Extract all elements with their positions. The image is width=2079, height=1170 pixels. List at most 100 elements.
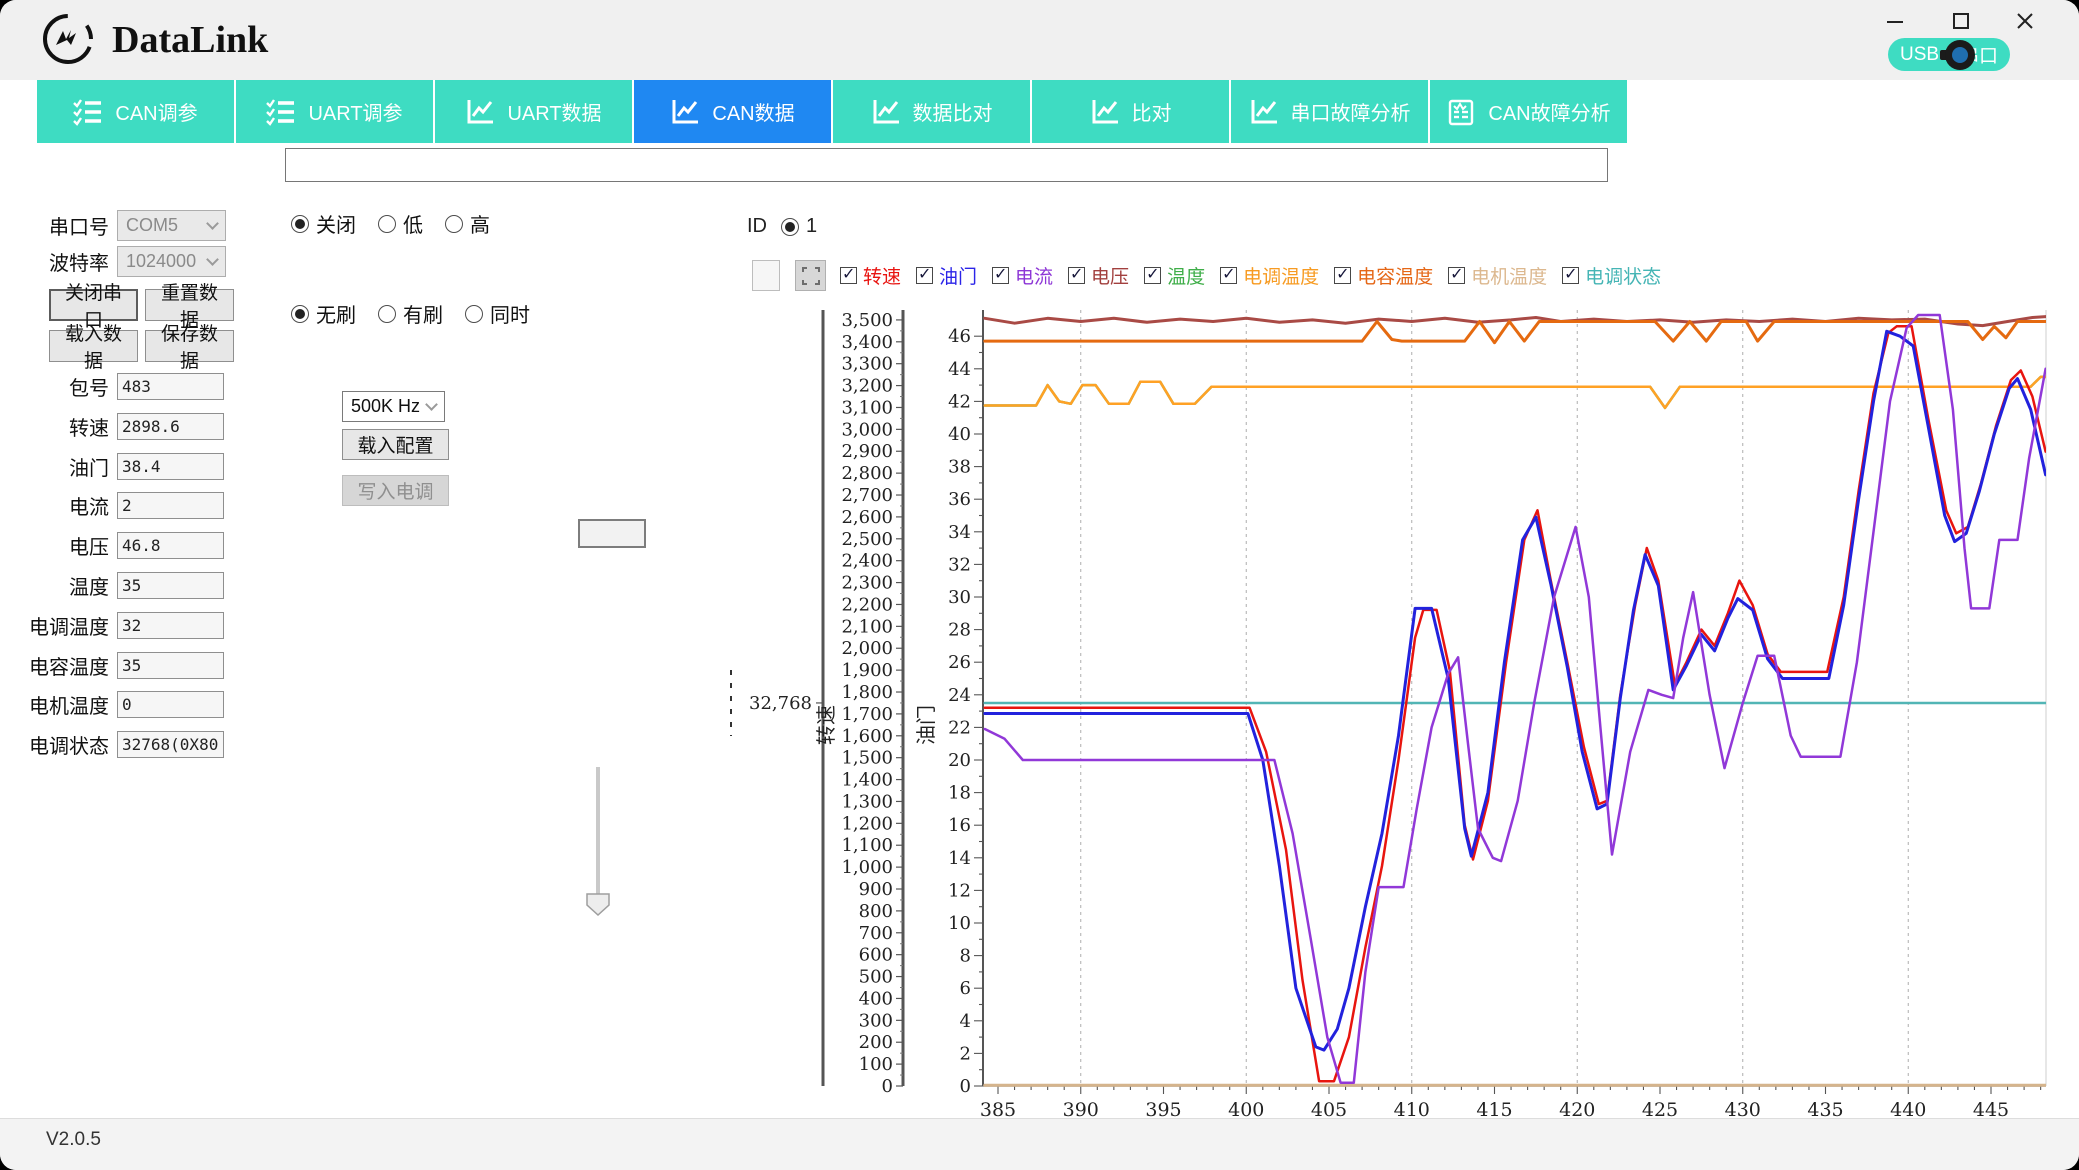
motor-radio-label: 同时 xyxy=(490,299,530,328)
tab-CAN调参[interactable]: CAN调参 xyxy=(37,80,234,143)
svg-text:2,400: 2,400 xyxy=(841,551,893,572)
power-radio-高[interactable]: 高 xyxy=(445,209,490,238)
tab-CAN数据[interactable]: CAN数据 xyxy=(634,80,831,143)
svg-text:28: 28 xyxy=(948,620,971,641)
combo-label: 串口号 xyxy=(0,211,117,240)
rpm-axis-title: 转速 xyxy=(815,705,838,745)
freq-combo[interactable]: 500K Hz xyxy=(342,391,445,422)
write-esc-button[interactable]: 写入电调 xyxy=(342,475,449,506)
svg-text:600: 600 xyxy=(859,945,893,966)
app-title: DataLink xyxy=(112,18,268,62)
radio-icon xyxy=(378,305,396,323)
svg-text:10: 10 xyxy=(948,913,971,934)
combo-label: 波特率 xyxy=(0,247,117,276)
svg-text:3,200: 3,200 xyxy=(841,376,893,397)
svg-text:32: 32 xyxy=(948,554,971,575)
combo-波特率[interactable]: 1024000 xyxy=(117,246,226,277)
radio-icon xyxy=(291,305,309,323)
field-label: 温度 xyxy=(0,571,117,600)
svg-text:26: 26 xyxy=(948,652,971,673)
chevron-down-icon xyxy=(425,398,438,411)
svg-text:22: 22 xyxy=(948,717,971,738)
tab-UART数据[interactable]: UART数据 xyxy=(435,80,632,143)
svg-text:700: 700 xyxy=(859,923,893,944)
field-input-电流[interactable] xyxy=(117,492,224,519)
line-chart-icon xyxy=(1249,98,1279,126)
title-bar: DataLink USB 串口 xyxy=(0,0,2079,80)
close-icon[interactable] xyxy=(2008,6,2042,36)
freq-combo-row: 500K Hz xyxy=(342,391,445,422)
usb-serial-toggle[interactable]: USB 串口 xyxy=(1888,38,2010,71)
field-input-电机温度[interactable] xyxy=(117,691,224,718)
tab-UART调参[interactable]: UART调参 xyxy=(236,80,433,143)
power-radio-关闭[interactable]: 关闭 xyxy=(291,209,356,238)
svg-text:4: 4 xyxy=(960,1011,971,1032)
svg-text:46: 46 xyxy=(948,326,971,347)
minimize-icon[interactable] xyxy=(1878,6,1912,36)
motor-radio-有刷[interactable]: 有刷 xyxy=(378,299,443,328)
svg-text:3,000: 3,000 xyxy=(841,419,893,440)
svg-text:24: 24 xyxy=(948,685,971,706)
tab-label: UART数据 xyxy=(507,97,601,126)
combo-value: COM5 xyxy=(126,215,178,236)
motor-radio-同时[interactable]: 同时 xyxy=(465,299,530,328)
svg-text:12: 12 xyxy=(948,880,971,901)
tab-数据比对[interactable]: 数据比对 xyxy=(833,80,1030,143)
power-radio-低[interactable]: 低 xyxy=(378,209,423,238)
field-row-电调状态: 电调状态 xyxy=(0,730,224,759)
svg-text:0: 0 xyxy=(960,1076,971,1097)
combo-串口号[interactable]: COM5 xyxy=(117,210,226,241)
field-input-油门[interactable] xyxy=(117,453,224,480)
svg-text:3,300: 3,300 xyxy=(841,354,893,375)
field-row-油门: 油门 xyxy=(0,452,224,481)
vertical-slider-handle[interactable] xyxy=(586,893,610,917)
motor-radio-label: 有刷 xyxy=(403,299,443,328)
list-check-icon xyxy=(73,98,103,126)
svg-text:1,500: 1,500 xyxy=(841,748,893,769)
svg-text:2,800: 2,800 xyxy=(841,463,893,484)
保存数据-button[interactable]: 保存数据 xyxy=(145,330,234,362)
svg-text:36: 36 xyxy=(948,489,971,510)
svg-text:18: 18 xyxy=(948,783,971,804)
field-input-转速[interactable] xyxy=(117,413,224,440)
toggle-knob-icon[interactable] xyxy=(1940,37,1976,73)
svg-text:14: 14 xyxy=(948,848,971,869)
svg-text:2,600: 2,600 xyxy=(841,507,893,528)
tab-串口故障分析[interactable]: 串口故障分析 xyxy=(1231,80,1428,143)
重置数据-button[interactable]: 重置数据 xyxy=(145,289,234,321)
field-label: 电容温度 xyxy=(0,651,117,680)
maximize-icon[interactable] xyxy=(1944,6,1978,36)
svg-text:500: 500 xyxy=(859,967,893,988)
field-input-电容温度[interactable] xyxy=(117,652,224,679)
载入数据-button[interactable]: 载入数据 xyxy=(49,330,138,362)
vertical-slider-track[interactable] xyxy=(596,767,600,897)
svg-text:3,400: 3,400 xyxy=(841,332,893,353)
combo-row-波特率: 波特率1024000 xyxy=(0,246,226,277)
freq-combo-value: 500K Hz xyxy=(351,396,420,417)
top-message-input[interactable] xyxy=(285,148,1608,182)
load-config-button[interactable]: 载入配置 xyxy=(342,429,449,460)
field-input-电调温度[interactable] xyxy=(117,612,224,639)
field-input-包号[interactable] xyxy=(117,373,224,400)
series-电调温度 xyxy=(985,377,2046,408)
power-radio-label: 关闭 xyxy=(316,209,356,238)
svg-text:40: 40 xyxy=(948,424,971,445)
svg-text:32,768: 32,768 xyxy=(749,693,812,714)
field-input-电调状态[interactable] xyxy=(117,731,224,758)
field-label: 电调状态 xyxy=(0,730,117,759)
关闭串口-button[interactable]: 关闭串口 xyxy=(49,289,138,321)
svg-text:2,700: 2,700 xyxy=(841,485,893,506)
tab-比对[interactable]: 比对 xyxy=(1032,80,1229,143)
svg-text:3,100: 3,100 xyxy=(841,397,893,418)
line-chart-icon xyxy=(1090,98,1120,126)
list-check-icon xyxy=(266,98,296,126)
chart-svg: 01002003004005006007008009001,0001,1001,… xyxy=(700,230,2079,1122)
line-chart-icon xyxy=(670,98,700,126)
motor-radio-无刷[interactable]: 无刷 xyxy=(291,299,356,328)
tab-CAN故障分析[interactable]: CAN故障分析 xyxy=(1430,80,1627,143)
svg-text:2,500: 2,500 xyxy=(841,529,893,550)
field-input-温度[interactable] xyxy=(117,572,224,599)
field-label: 包号 xyxy=(0,372,117,401)
field-input-电压[interactable] xyxy=(117,532,224,559)
line-chart-icon xyxy=(465,98,495,126)
